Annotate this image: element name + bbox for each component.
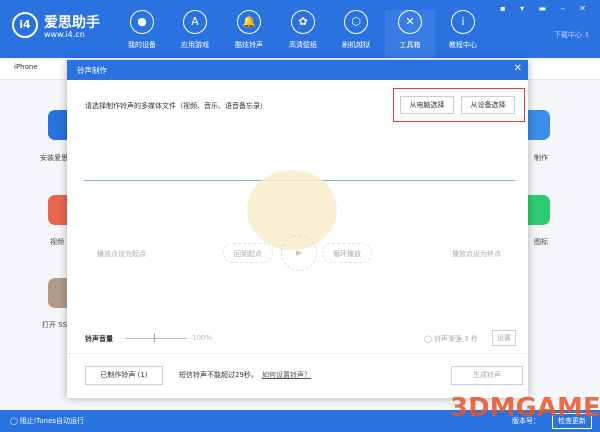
bell-icon: 🔔 [237, 10, 261, 34]
loop-play-button[interactable]: 循环播放 [322, 243, 372, 263]
nav-my-device[interactable]: ● 我的设备 [117, 10, 167, 50]
select-from-pc-button[interactable]: 从电脑选择 [400, 96, 454, 114]
nav-toolbox[interactable]: ✕ 工具箱 [385, 10, 435, 58]
fade-settings-button[interactable]: 设置 [492, 330, 516, 346]
app-store-icon: A [183, 10, 207, 34]
brand-name: 爱思助手 [44, 15, 100, 31]
play-button[interactable]: ▶ [281, 235, 317, 271]
window-controls[interactable]: ▪ ▾ ▬ – ✕ [500, 4, 592, 13]
nav-apps[interactable]: A 应用游戏 [170, 10, 220, 50]
how-to-link[interactable]: 如何设置铃声？ [262, 370, 311, 380]
watermark: 3DMGAME [450, 393, 600, 423]
tool-label: 安装爱思 [40, 154, 68, 162]
volume-slider-handle[interactable] [154, 334, 155, 342]
file-prompt: 请选择制作铃声的多媒体文件（视频、音乐、语音备忘录） [85, 102, 267, 110]
nav-ringtones[interactable]: 🔔 酷炫铃声 [224, 10, 274, 50]
set-end-button[interactable]: 播放点设为终点 [452, 249, 501, 259]
volume-percent: 100% [192, 334, 213, 342]
made-ringtones-button[interactable]: 已制作铃声 (1) [85, 366, 163, 385]
nav-wallpapers[interactable]: ✿ 高清壁纸 [278, 10, 328, 50]
set-start-button[interactable]: 播放点设为起点 [97, 249, 146, 259]
download-center-button[interactable]: 下载中心 ⇩ [554, 30, 590, 40]
volume-label: 铃声音量 [85, 335, 113, 343]
sms-note: 短信铃声不能超过29秒。 [179, 371, 258, 379]
apple-icon: ● [130, 10, 154, 34]
info-icon: i [451, 10, 475, 34]
close-icon[interactable]: ✕ [514, 63, 522, 74]
generate-ringtone-button[interactable]: 生成铃声 [451, 366, 523, 385]
tool-label: 打开 SS [42, 321, 68, 329]
fade-in-checkbox[interactable]: ◯ 铃声渐强 3 秒 [424, 334, 478, 344]
nav-flash[interactable]: ⬡ 刷机越狱 [331, 10, 381, 50]
flower-icon: ✿ [291, 10, 315, 34]
top-bar: i4 爱思助手 www.i4.cn ● 我的设备 A 应用游戏 🔔 酷炫铃声 ✿ 高清壁… [0, 0, 600, 58]
brand-url: www.i4.cn [44, 30, 85, 39]
logo: i4 [12, 12, 38, 38]
volume-slider[interactable] [125, 338, 187, 339]
fade-in-label: 铃声渐强 3 秒 [434, 335, 478, 343]
back-to-start-button[interactable]: 回到起点 [223, 243, 273, 263]
select-from-device-button[interactable]: 从设备选择 [461, 96, 515, 114]
dialog-header: 铃声制作 ✕ [67, 60, 528, 80]
nav-tutorials[interactable]: i 教程中心 [438, 10, 488, 50]
dropbox-icon: ⬡ [344, 10, 368, 34]
tool-label: 视频 [50, 238, 64, 246]
tab-iphone[interactable]: iPhone [14, 63, 38, 71]
tool-label: 图标 [534, 238, 548, 246]
divider [67, 353, 528, 354]
block-itunes-toggle[interactable]: ◯ 阻止iTunes自动运行 [10, 416, 84, 426]
tools-icon: ✕ [398, 10, 422, 34]
ringtone-maker-dialog: 铃声制作 ✕ 请选择制作铃声的多媒体文件（视频、音乐、语音备忘录） 从电脑选择 从… [67, 60, 528, 398]
dialog-title: 铃声制作 [77, 66, 107, 75]
tool-label: 制作 [534, 154, 548, 162]
